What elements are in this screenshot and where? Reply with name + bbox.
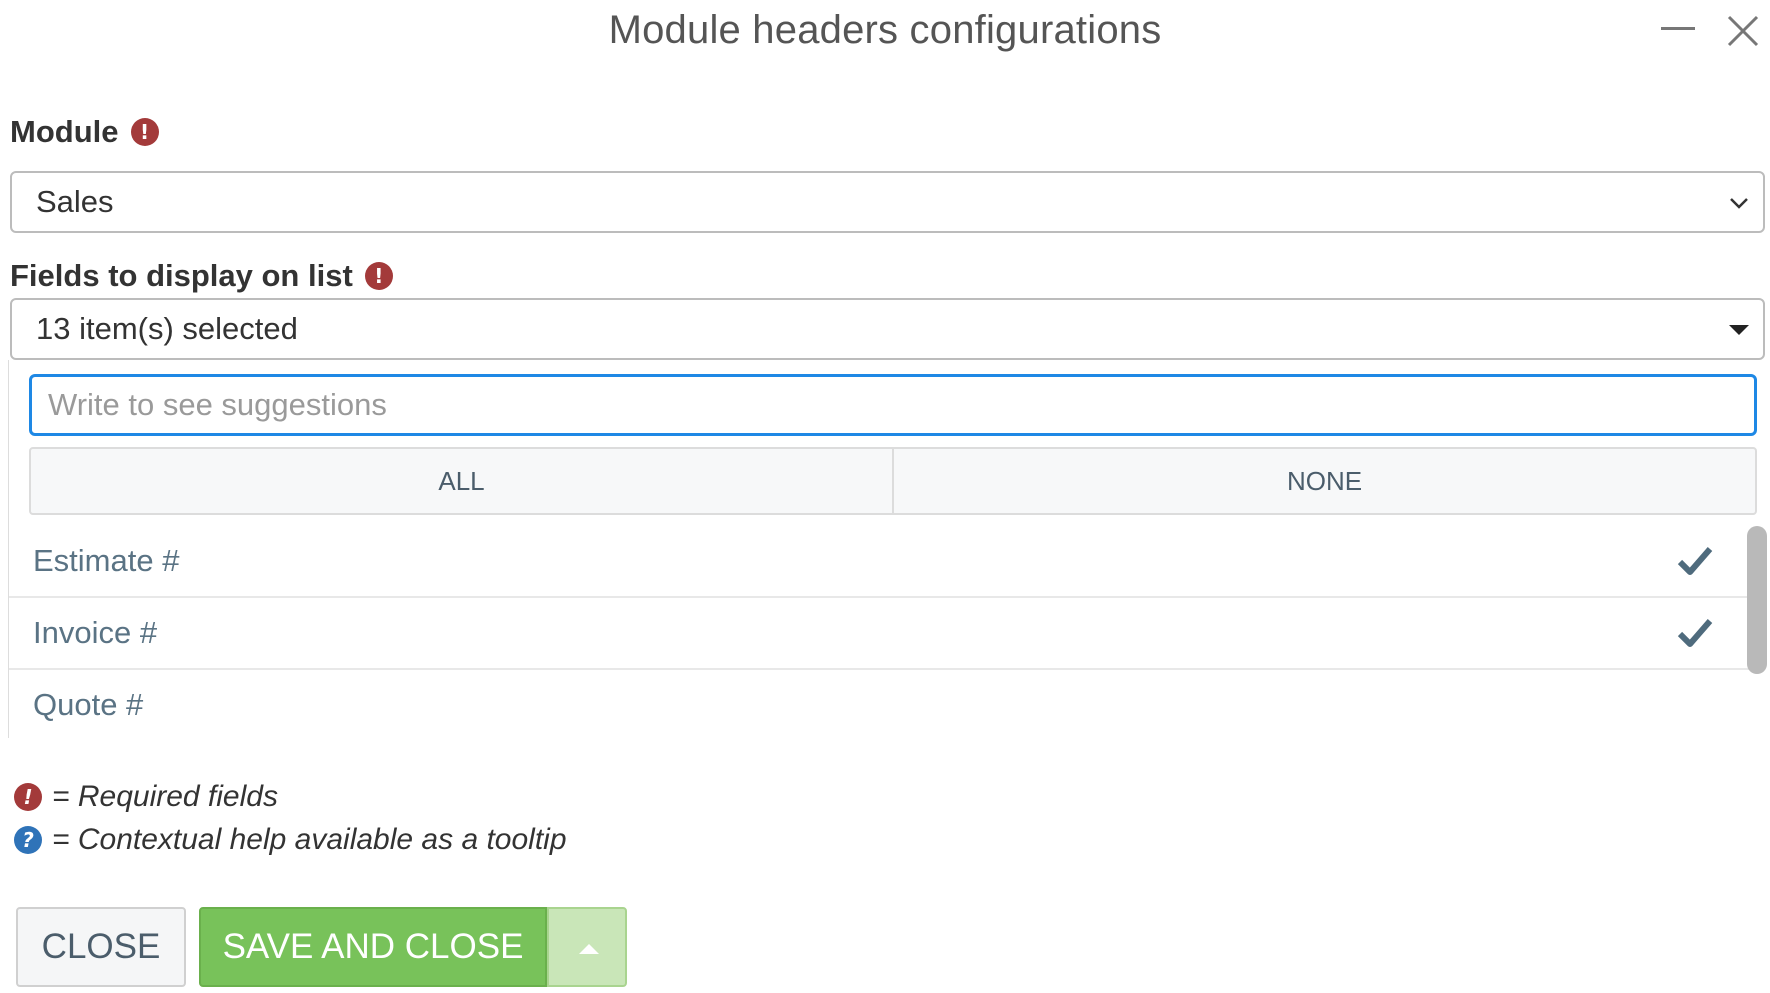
caret-down-icon xyxy=(1729,325,1749,335)
required-icon: ! xyxy=(130,118,159,146)
module-label: Module xyxy=(10,114,119,149)
option-label: Invoice # xyxy=(33,615,158,650)
list-item[interactable]: Quote # xyxy=(9,670,1749,738)
module-label-row: Module ! xyxy=(10,114,159,150)
close-icon[interactable] xyxy=(1726,14,1760,48)
dialog-title: Module headers configurations xyxy=(608,8,1162,52)
fields-label-row: Fields to display on list ! xyxy=(10,258,393,294)
module-select[interactable]: Sales xyxy=(10,171,1765,233)
legend-required: ! = Required fields xyxy=(14,780,278,814)
legend-required-text: = Required fields xyxy=(52,780,278,813)
save-and-close-button[interactable]: SAVE AND CLOSE xyxy=(199,907,547,987)
select-all-button[interactable]: ALL xyxy=(31,449,892,513)
fields-dropdown-panel: ALL NONE Estimate # Invoice # Quote # xyxy=(8,360,1770,738)
help-icon: ? xyxy=(14,826,42,854)
suggestion-search-input[interactable] xyxy=(29,374,1757,436)
close-button[interactable]: CLOSE xyxy=(16,907,186,987)
fields-select-value: 13 item(s) selected xyxy=(36,311,298,346)
check-icon xyxy=(1677,547,1713,575)
module-select-value: Sales xyxy=(36,184,114,219)
select-none-button[interactable]: NONE xyxy=(892,449,1755,513)
option-label: Estimate # xyxy=(33,543,180,578)
fields-label: Fields to display on list xyxy=(10,258,353,293)
caret-up-icon xyxy=(579,944,599,954)
list-item[interactable]: Estimate # xyxy=(9,526,1749,598)
legend-help-text: = Contextual help available as a tooltip xyxy=(52,823,567,856)
chevron-down-icon xyxy=(1730,198,1748,209)
option-label: Quote # xyxy=(33,687,144,722)
options-list: Estimate # Invoice # Quote # xyxy=(9,526,1749,738)
required-icon: ! xyxy=(14,783,42,811)
save-options-toggle[interactable] xyxy=(547,907,627,987)
fields-multiselect[interactable]: 13 item(s) selected xyxy=(10,298,1765,360)
dropdown-scrollbar[interactable] xyxy=(1747,526,1767,674)
list-item[interactable]: Invoice # xyxy=(9,598,1749,670)
legend-help: ? = Contextual help available as a toolt… xyxy=(14,823,567,857)
check-icon xyxy=(1677,619,1713,647)
select-all-none-group: ALL NONE xyxy=(29,447,1757,515)
minimize-icon[interactable] xyxy=(1661,27,1695,30)
required-icon: ! xyxy=(364,262,393,290)
